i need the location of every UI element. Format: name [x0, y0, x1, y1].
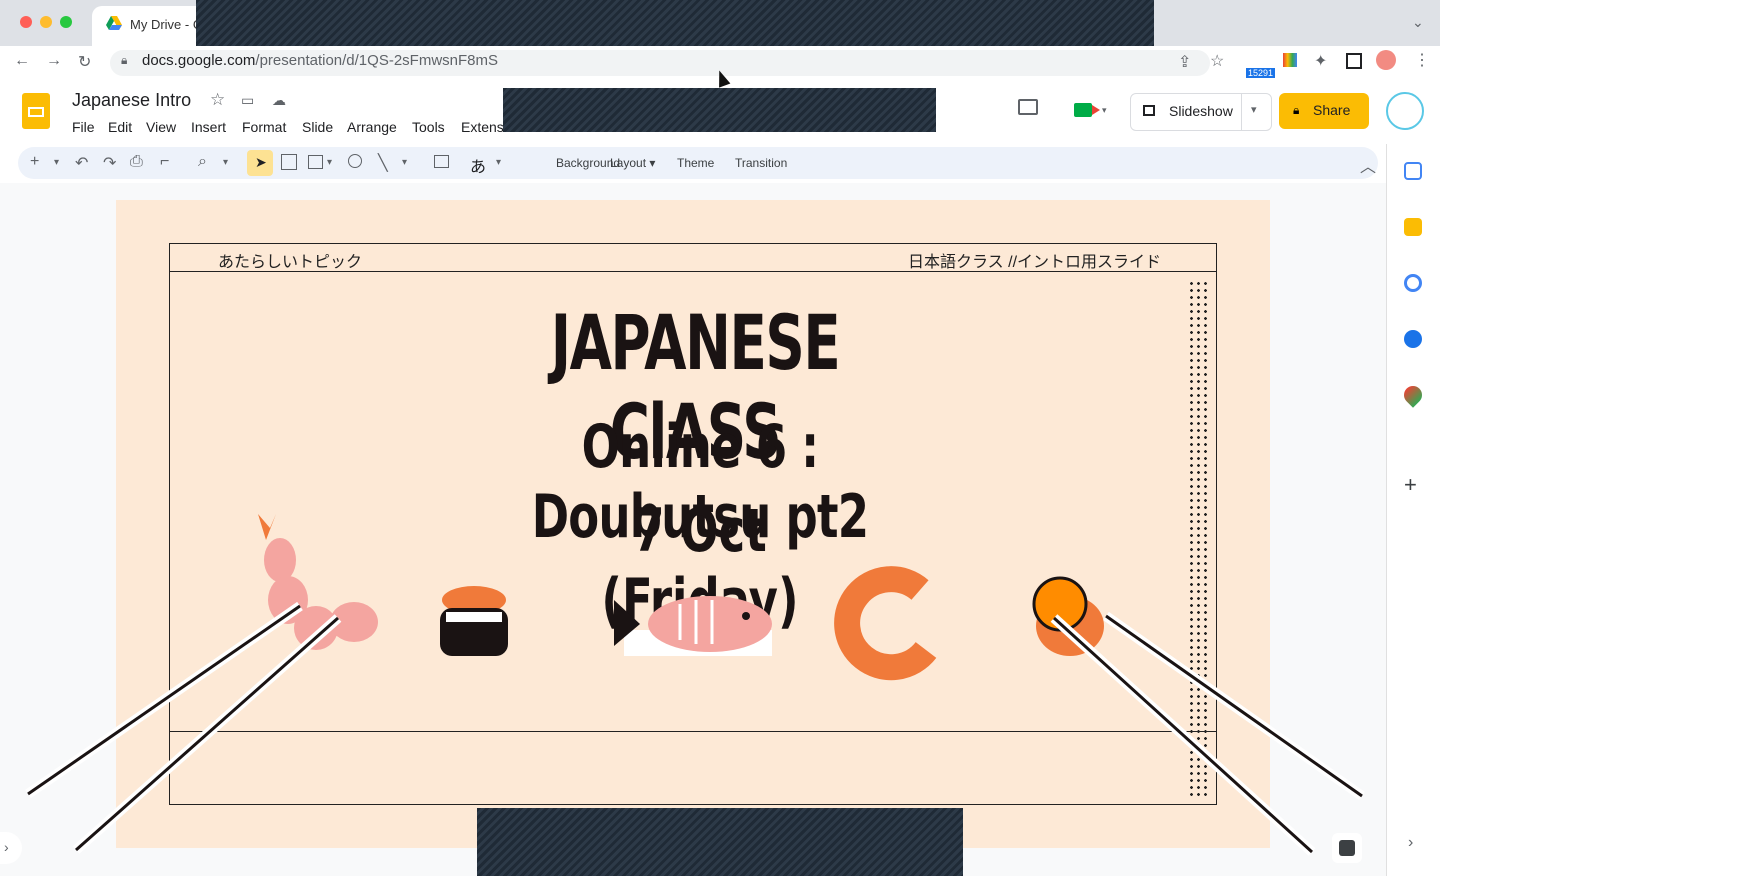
paint-format-icon[interactable]: ⌐ [160, 153, 169, 171]
shrimp-icon [834, 566, 937, 681]
new-slide-icon[interactable]: + [30, 153, 39, 171]
chevron-right-icon: › [4, 839, 9, 855]
empty-area [1440, 0, 1760, 876]
add-comment-icon[interactable] [434, 155, 449, 168]
redo-icon[interactable]: ↷ [103, 153, 116, 173]
slide-header-left: あたらしいトピック [218, 254, 363, 271]
close-window-button[interactable] [20, 16, 32, 28]
input-tools-dropdown-icon[interactable]: ▾ [496, 157, 501, 168]
gunkan-sushi-icon [440, 586, 508, 656]
contacts-icon[interactable] [1404, 330, 1422, 348]
shape-icon[interactable] [348, 154, 362, 168]
puzzle-extensions-icon[interactable]: ✦ [1314, 51, 1327, 71]
menu-arrange[interactable]: Arrange [347, 119, 397, 135]
minimize-window-button[interactable] [40, 16, 52, 28]
menu-extensions[interactable]: Extens [461, 119, 504, 135]
browser-window: My Drive - G ⌄ ← → ↻ 🔒︎ docs.google.com/… [0, 0, 1440, 876]
transition-button[interactable]: Transition [735, 156, 787, 170]
redacted-region [503, 88, 936, 132]
image-icon[interactable] [308, 155, 323, 169]
explore-icon [1339, 840, 1355, 856]
extension-badge-icon[interactable]: 15291 [1244, 52, 1276, 78]
extension-badge-count: 15291 [1246, 68, 1276, 78]
textbox-icon[interactable] [281, 154, 297, 170]
meet-icon[interactable]: ▾ [1072, 97, 1108, 125]
undo-icon[interactable]: ↶ [75, 153, 88, 173]
slideshow-button[interactable]: Slideshow ▾ [1130, 93, 1272, 131]
ikura-sushi-icon [1032, 576, 1104, 656]
slide-header-right: 日本語クラス //イントロ用スライド [908, 254, 1162, 271]
maximize-window-button[interactable] [60, 16, 72, 28]
share-page-icon[interactable]: ⇪ [1178, 52, 1191, 72]
select-tool-button[interactable]: ➤ [247, 150, 273, 176]
tab-search-chevron-icon[interactable]: ⌄ [1412, 14, 1424, 31]
redacted-region [477, 808, 963, 876]
input-tools-icon[interactable]: あ [470, 153, 486, 177]
tab-title: My Drive - G [130, 17, 203, 32]
menu-file[interactable]: File [72, 119, 95, 135]
present-icon [1143, 105, 1155, 116]
star-icon[interactable]: ☆ [210, 90, 225, 110]
line-dropdown-icon[interactable]: ▾ [402, 157, 407, 168]
account-avatar[interactable] [1386, 92, 1424, 130]
extension-icon[interactable] [1283, 53, 1297, 67]
side-panel-icon[interactable] [1346, 53, 1362, 69]
zoom-icon[interactable]: ⌕ [198, 153, 207, 171]
keep-icon[interactable] [1404, 218, 1422, 236]
drive-icon [106, 16, 122, 30]
menu-insert[interactable]: Insert [191, 119, 226, 135]
zoom-dropdown-icon[interactable]: ▾ [223, 157, 228, 168]
move-folder-icon[interactable]: ▭ [241, 92, 254, 109]
calendar-icon[interactable] [1404, 162, 1422, 180]
cursor-icon: ➤ [255, 154, 267, 170]
image-dropdown-icon[interactable]: ▾ [327, 157, 332, 168]
url-text[interactable]: docs.google.com/presentation/d/1QS-2sFmw… [142, 52, 498, 69]
profile-avatar-icon[interactable] [1376, 50, 1396, 70]
redacted-region [196, 0, 1154, 46]
tasks-icon[interactable] [1404, 274, 1422, 292]
slideshow-dropdown-icon[interactable]: ▾ [1251, 103, 1257, 116]
fish-sushi-icon [614, 596, 772, 656]
slideshow-label: Slideshow [1169, 103, 1233, 119]
new-slide-dropdown-icon[interactable]: ▾ [54, 157, 59, 168]
side-panel [1386, 144, 1440, 876]
menu-edit[interactable]: Edit [108, 119, 132, 135]
line-icon[interactable]: ╲ [378, 153, 388, 173]
expand-side-panel-icon[interactable]: › [1408, 834, 1413, 852]
reload-icon[interactable]: ↻ [78, 52, 91, 72]
menu-view[interactable]: View [146, 119, 176, 135]
back-icon[interactable]: ← [14, 52, 30, 70]
print-icon[interactable]: ⎙ [130, 153, 143, 171]
explore-button[interactable] [1332, 833, 1362, 863]
document-title[interactable]: Japanese Intro [72, 90, 191, 111]
menu-slide[interactable]: Slide [302, 119, 333, 135]
comments-icon[interactable] [1018, 99, 1038, 115]
share-label: Share [1313, 102, 1351, 118]
add-addon-icon[interactable]: + [1404, 472, 1417, 498]
theme-button[interactable]: Theme [677, 156, 714, 170]
bookmark-star-icon[interactable]: ☆ [1210, 51, 1224, 71]
slides-logo-icon[interactable] [22, 93, 50, 129]
layout-button[interactable]: Layout ▾ [610, 156, 655, 170]
share-button[interactable]: 🔒︎ Share [1279, 93, 1369, 129]
menu-tools[interactable]: Tools [412, 119, 445, 135]
browser-menu-icon[interactable]: ⋮ [1414, 50, 1430, 70]
menu-format[interactable]: Format [242, 119, 286, 135]
cloud-status-icon: ☁ [272, 92, 286, 108]
lock-icon: 🔒︎ [121, 53, 128, 67]
lock-icon: 🔒︎ [1293, 103, 1300, 117]
collapse-toolbar-icon[interactable]: ︿ [1360, 153, 1376, 177]
forward-icon[interactable]: → [46, 52, 62, 70]
